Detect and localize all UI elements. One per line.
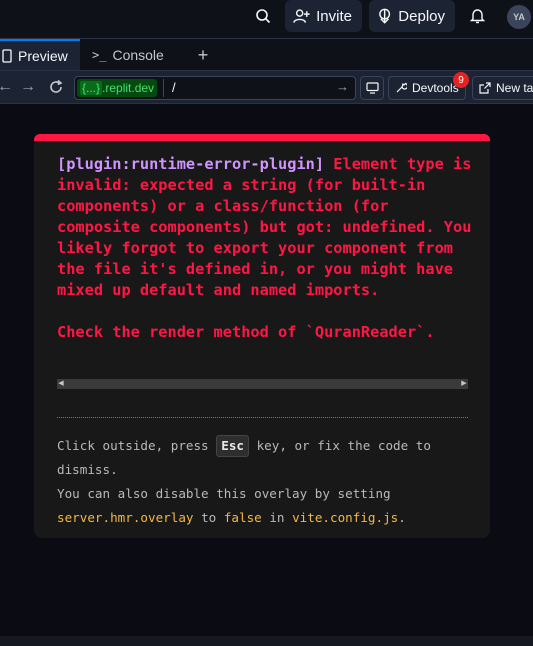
tab-preview[interactable]: Preview xyxy=(0,39,80,71)
go-arrow-icon[interactable]: → xyxy=(336,79,349,94)
overlay-tip: Click outside, press Esc key, or fix the… xyxy=(57,434,477,530)
tab-console-label: Console xyxy=(112,47,164,63)
bell-icon xyxy=(469,9,485,24)
avatar[interactable]: YA xyxy=(507,5,531,29)
wrench-icon xyxy=(396,82,407,93)
add-tab-button[interactable]: + xyxy=(193,39,213,71)
config-key: server.hmr.overlay xyxy=(57,510,194,525)
devtools-label: Devtools xyxy=(412,81,459,95)
scroll-right-icon[interactable]: ▶ xyxy=(460,379,468,389)
horizontal-scrollbar[interactable]: ◀ ▶ xyxy=(57,379,468,389)
error-message: [plugin:runtime-error-plugin] Element ty… xyxy=(57,154,477,343)
config-file: vite.config.js xyxy=(292,510,399,525)
add-user-icon xyxy=(293,9,310,23)
tip-text: in xyxy=(261,510,293,525)
new-tab-button[interactable]: New ta xyxy=(472,76,533,100)
tab-console[interactable]: >_ Console xyxy=(88,39,183,71)
domain-badge: {...} xyxy=(80,81,103,95)
search-button[interactable] xyxy=(250,0,276,32)
tip-text: You can also disable this overlay by set… xyxy=(57,486,391,501)
tip-text: to xyxy=(193,510,224,525)
notifications-button[interactable] xyxy=(465,0,489,32)
tip-text: . xyxy=(398,510,406,525)
new-tab-label: New ta xyxy=(496,81,533,95)
deploy-label: Deploy xyxy=(398,7,445,25)
deploy-icon xyxy=(379,8,391,24)
bottom-strip xyxy=(0,636,533,646)
tab-preview-label: Preview xyxy=(18,48,68,64)
esc-key: Esc xyxy=(216,435,249,457)
devtools-badge: 9 xyxy=(453,72,469,88)
tab-bar: Preview >_ Console + xyxy=(0,38,533,71)
config-value: false xyxy=(223,510,262,525)
deploy-button[interactable]: Deploy xyxy=(369,0,455,32)
invite-button[interactable]: Invite xyxy=(285,0,362,32)
external-link-icon xyxy=(479,82,491,94)
reload-icon[interactable] xyxy=(47,78,65,96)
error-text: Element type is invalid: expected a stri… xyxy=(57,155,472,341)
divider xyxy=(57,417,468,418)
url-input[interactable]: {...} .replit.dev / → xyxy=(74,76,356,100)
devices-button[interactable] xyxy=(360,76,384,100)
domain-text: .replit.dev xyxy=(102,81,155,95)
back-icon[interactable]: ← xyxy=(0,78,14,96)
invite-label: Invite xyxy=(316,7,352,25)
forward-icon[interactable]: → xyxy=(19,78,37,96)
url-divider xyxy=(163,79,164,97)
tip-text: Click outside, press xyxy=(57,438,217,453)
search-icon xyxy=(256,9,271,24)
error-overlay: [plugin:runtime-error-plugin] Element ty… xyxy=(34,134,490,538)
preview-icon xyxy=(2,49,12,63)
domain-chip: {...} .replit.dev xyxy=(77,79,158,97)
plugin-name: [plugin:runtime-error-plugin] xyxy=(57,155,325,173)
monitor-icon xyxy=(365,82,379,94)
scroll-left-icon[interactable]: ◀ xyxy=(57,379,65,389)
top-bar: Invite Deploy YA xyxy=(0,0,533,36)
terminal-icon: >_ xyxy=(92,48,107,62)
url-path: / xyxy=(172,80,176,95)
